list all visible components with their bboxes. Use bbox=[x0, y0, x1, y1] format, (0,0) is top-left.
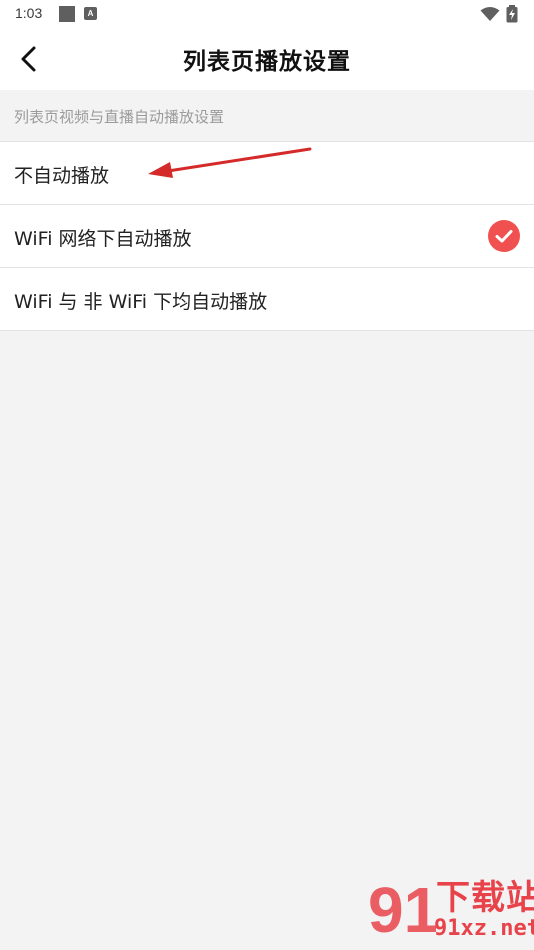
status-bar: 1:03 A bbox=[0, 0, 534, 28]
checkmark-icon bbox=[488, 220, 520, 252]
a-notification-icon: A bbox=[84, 7, 97, 20]
option-label: WiFi 网络下自动播放 bbox=[14, 228, 192, 250]
page-title: 列表页播放设置 bbox=[183, 49, 351, 75]
status-time: 1:03 bbox=[15, 5, 43, 21]
status-right-icons bbox=[480, 5, 520, 23]
svg-text:91: 91 bbox=[368, 874, 436, 946]
option-label: WiFi 与 非 WiFi 下均自动播放 bbox=[14, 291, 268, 313]
watermark-text: 下载站 bbox=[436, 878, 534, 918]
watermark-91-logo-icon: 91 bbox=[368, 874, 436, 946]
autoplay-options-list: 不自动播放 WiFi 网络下自动播放 WiFi 与 非 WiFi 下均自动播放 bbox=[0, 141, 534, 331]
app-header: 列表页播放设置 bbox=[0, 28, 534, 90]
section-header: 列表页视频与直播自动播放设置 bbox=[0, 90, 534, 141]
option-wifi-autoplay[interactable]: WiFi 网络下自动播放 bbox=[0, 205, 534, 268]
option-label: 不自动播放 bbox=[14, 165, 110, 187]
watermark-url: 91xz.net bbox=[434, 916, 534, 941]
wifi-icon bbox=[480, 7, 500, 21]
option-always-autoplay[interactable]: WiFi 与 非 WiFi 下均自动播放 bbox=[0, 268, 534, 331]
section-title: 列表页视频与直播自动播放设置 bbox=[14, 108, 225, 126]
watermark-logo: 91 下载站 91xz.net bbox=[364, 860, 534, 950]
option-no-autoplay[interactable]: 不自动播放 bbox=[0, 142, 534, 205]
a-notification-glyph: A bbox=[87, 9, 94, 18]
square-notification-icon bbox=[59, 6, 75, 22]
battery-charging-icon bbox=[506, 5, 518, 23]
